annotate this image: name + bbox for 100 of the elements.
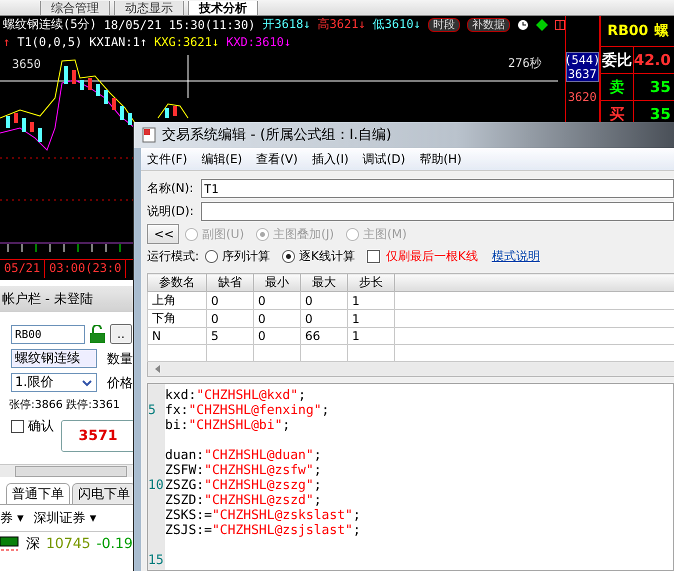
- indicator-value: KXIAN:1↑: [89, 34, 148, 48]
- checkbox[interactable]: [366, 250, 380, 262]
- horizontal-scrollbar[interactable]: [0, 464, 133, 477]
- candlestick: [104, 90, 108, 104]
- checkbox[interactable]: [11, 420, 24, 432]
- symbol-name-field[interactable]: 螺纹钢连续: [11, 349, 97, 368]
- table-cell: 1: [348, 328, 394, 344]
- candlestick: [38, 128, 42, 142]
- countdown-label: 276秒: [508, 56, 542, 70]
- table-cell: N: [148, 328, 206, 344]
- app-tab[interactable]: 技术分析: [188, 1, 258, 15]
- menu-item[interactable]: 编辑(E): [201, 150, 242, 168]
- order-tab[interactable]: 闪电下单: [72, 483, 133, 504]
- table-cell: 5: [206, 328, 254, 344]
- chart-button[interactable]: 补数据: [466, 18, 510, 32]
- horizontal-scrollbar[interactable]: [147, 362, 674, 377]
- index-change: -0.19: [96, 536, 133, 552]
- menu-item[interactable]: 查看(V): [256, 150, 298, 168]
- mode-label: 运行模式:: [147, 248, 200, 264]
- app-tab[interactable]: 综合管理: [40, 1, 110, 15]
- left-arrow-icon[interactable]: [154, 365, 162, 373]
- code-line: ZSKS:="CHZHSHL@zskslast";: [165, 508, 361, 523]
- document-icon: [142, 127, 156, 143]
- price-label: 3620: [566, 90, 598, 104]
- column-header[interactable]: 缺省: [206, 274, 254, 292]
- confirm-label: 确认: [28, 418, 54, 435]
- radio-button[interactable]: [282, 250, 296, 262]
- code-line: ZSFW:"CHZHSHL@zsfw";: [165, 463, 322, 478]
- column-header[interactable]: 参数名: [148, 274, 206, 292]
- side-label: 买: [608, 104, 626, 125]
- window-icon[interactable]: [554, 20, 565, 30]
- table-cell: 0: [206, 310, 254, 328]
- window-title: 交易系统编辑 - (所属公式组：I.自编): [162, 126, 392, 144]
- table-cell: 0: [300, 310, 348, 328]
- candlestick: [96, 84, 100, 96]
- up-arrow-marker: ↑: [3, 34, 10, 48]
- padlock-icon[interactable]: [89, 324, 106, 344]
- app-tab[interactable]: 动态显示: [114, 1, 184, 15]
- column-header[interactable]: 最小: [254, 274, 300, 292]
- indicator-value: KXG:3621↓: [154, 34, 220, 48]
- table-cell: 0: [300, 292, 348, 310]
- order-type-select[interactable]: 1.限价: [11, 373, 97, 392]
- collapse-button[interactable]: <<: [147, 224, 179, 244]
- field-label: 名称(N):: [147, 180, 194, 197]
- chart-button[interactable]: 时段: [428, 18, 460, 32]
- more-button[interactable]: ..: [110, 324, 132, 344]
- radio-label: 主图叠加(J): [273, 226, 334, 242]
- clock-icon[interactable]: [516, 18, 529, 30]
- symbol-field[interactable]: RB00: [11, 324, 85, 344]
- radio-label: 序列计算: [222, 248, 270, 264]
- table-cell: 0: [254, 310, 300, 328]
- candlestick: [88, 78, 92, 90]
- quote-value: 高3621↓: [318, 16, 366, 33]
- candlestick: [22, 118, 26, 132]
- order-tab[interactable]: 普通下单: [6, 483, 70, 504]
- table-cell: 下角: [148, 310, 206, 328]
- candlestick: [128, 113, 132, 125]
- date-label: 03:00(23:0: [45, 260, 126, 278]
- column-header[interactable]: 步长: [348, 274, 394, 292]
- index-bar-icon: [0, 536, 20, 552]
- table-cell: 66: [300, 328, 348, 344]
- symbol-code: RB00: [607, 23, 648, 39]
- ratio-label: 委比: [600, 50, 633, 71]
- menu-item[interactable]: 调试(D): [362, 150, 406, 168]
- code-line: bi:"CHZHSHL@bi";: [165, 418, 290, 433]
- table-cell: 1: [348, 292, 394, 310]
- column-header[interactable]: 最大: [300, 274, 348, 292]
- code-line: fx:"CHZHSHL@fenxing";: [165, 403, 330, 418]
- diamond-icon[interactable]: [536, 18, 548, 30]
- code-line: ZSZD:"CHZHSHL@zszd";: [165, 493, 322, 508]
- menu-item[interactable]: 插入(I): [312, 150, 349, 168]
- radio-label: 逐K线计算: [299, 248, 355, 264]
- index-value: 10745: [46, 536, 91, 552]
- date-label: 05/21: [0, 260, 46, 278]
- line-number: 15: [148, 553, 164, 568]
- name-field[interactable]: T1: [201, 179, 674, 198]
- indicator-value: T1(0,0,5): [17, 34, 82, 48]
- code-line: duan:"CHZHSHL@duan";: [165, 448, 322, 463]
- description-field[interactable]: [201, 202, 674, 221]
- price-label: 价格: [107, 374, 133, 392]
- field-label: 说明(D):: [147, 203, 195, 220]
- candlestick: [30, 122, 34, 132]
- market-dropdown[interactable]: 深圳证券 ▾: [34, 509, 96, 527]
- side-label: 卖: [608, 77, 626, 98]
- price-label: 3637: [568, 67, 597, 81]
- radio-label: 副图(U): [202, 226, 244, 242]
- market-dropdown[interactable]: 券 ▾: [0, 509, 24, 527]
- table-cell: 0: [254, 292, 300, 310]
- menu-item[interactable]: 文件(F): [147, 150, 188, 168]
- market-label: 深: [26, 535, 40, 553]
- price-line: [158, 103, 188, 118]
- panel-title: 帐户栏 - 未登陆: [0, 286, 133, 312]
- price-button[interactable]: 3571: [61, 420, 133, 452]
- candlestick: [72, 70, 76, 84]
- help-link[interactable]: 模式说明: [492, 248, 540, 264]
- symbol-name: 螺: [654, 22, 668, 40]
- ratio-value: 42.0: [632, 47, 674, 73]
- radio-button[interactable]: [205, 250, 218, 262]
- menu-item[interactable]: 帮助(H): [419, 150, 462, 168]
- line-number: 10: [148, 478, 164, 493]
